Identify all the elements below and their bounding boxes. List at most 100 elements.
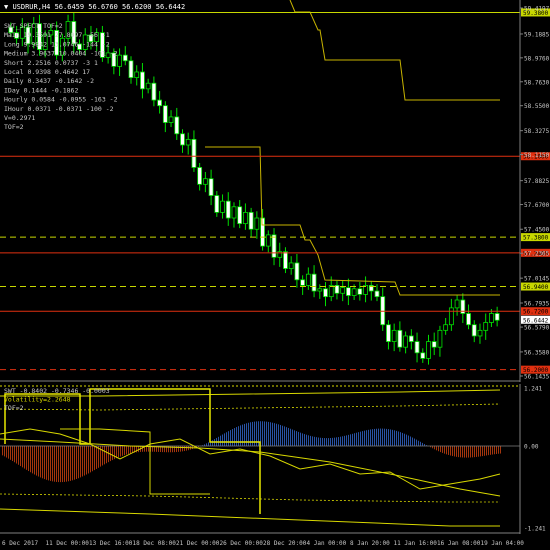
histogram-bar	[322, 437, 323, 446]
candle-body	[271, 234, 277, 258]
candle-body	[134, 71, 140, 79]
dropdown-triangle-icon[interactable]: ▼	[4, 3, 8, 11]
histogram-bar	[272, 422, 273, 446]
histogram-bar	[332, 437, 333, 446]
histogram-bar	[92, 446, 93, 472]
oscillator-chart[interactable]: 1.241 0.00 -1.241 SWT -0.8402 -0.7346 -0.0…	[0, 384, 550, 534]
candle-body	[345, 287, 351, 296]
histogram-bar	[142, 446, 143, 452]
price-level-label: 56.9400	[523, 284, 549, 291]
histogram-bar	[38, 446, 39, 477]
histogram-bar	[130, 446, 131, 454]
histogram-bar	[42, 446, 43, 479]
candle-body	[414, 341, 420, 354]
histogram-bar	[338, 437, 339, 446]
histogram-bar	[186, 446, 187, 451]
histogram-bar	[406, 434, 407, 446]
histogram-bar	[2, 446, 3, 456]
histogram-bar	[448, 446, 449, 455]
histogram-bar	[212, 440, 213, 446]
candle-body	[294, 262, 300, 281]
histogram-bar	[290, 428, 291, 446]
histogram-bar	[468, 446, 469, 458]
histogram-bar	[490, 446, 491, 455]
oscillator-tick-label: 0.00	[524, 444, 539, 451]
histogram-bar	[408, 435, 409, 446]
histogram-bar	[306, 434, 307, 446]
histogram-bar	[312, 436, 313, 446]
oscillator-legend-line: Volatility=2.2648	[4, 396, 71, 404]
histogram-bar	[310, 435, 311, 446]
candle-body	[323, 288, 328, 298]
candle-body	[426, 341, 431, 359]
histogram-bar	[466, 446, 467, 458]
histogram-bar	[404, 433, 405, 446]
histogram-bar	[438, 446, 439, 452]
candle-body	[151, 82, 157, 101]
histogram-bar	[74, 446, 75, 480]
histogram-bar	[450, 446, 451, 456]
histogram-bar	[20, 446, 21, 467]
histogram-bar	[64, 446, 65, 482]
candle-body	[168, 116, 174, 123]
price-tick-label: 56.7935	[524, 300, 550, 307]
candle-body	[145, 82, 151, 90]
histogram-bar	[358, 432, 359, 446]
histogram-bar	[396, 430, 397, 446]
histogram-bar	[80, 446, 81, 478]
histogram-bar	[388, 429, 389, 446]
time-tick-label: 6 Dec 2017	[2, 540, 39, 547]
histogram-bar	[18, 446, 19, 465]
histogram-bar	[382, 428, 383, 446]
candle-body	[243, 211, 248, 225]
time-tick-label: 16 Jan 08:00	[437, 540, 481, 547]
histogram-bar	[288, 427, 289, 446]
histogram-bar	[368, 429, 369, 446]
histogram-bar	[412, 437, 413, 446]
histogram-bar	[124, 446, 125, 456]
histogram-bar	[472, 446, 473, 458]
histogram-bar	[236, 427, 237, 446]
candle-body	[162, 105, 168, 123]
histogram-bar	[286, 427, 287, 446]
price-chart[interactable]: 59.380058.100057.380057.240056.940056.72…	[0, 0, 550, 382]
candle-body	[214, 195, 220, 213]
histogram-bar	[326, 438, 327, 446]
histogram-bar	[342, 436, 343, 446]
histogram-bar	[182, 446, 183, 452]
histogram-bar	[8, 446, 9, 459]
histogram-bar	[334, 437, 335, 446]
histogram-bar	[114, 446, 115, 460]
candle-body	[391, 329, 397, 342]
candle-body	[477, 329, 483, 337]
histogram-bar	[66, 446, 67, 482]
histogram-bar	[434, 446, 435, 450]
histogram-bar	[266, 421, 267, 446]
histogram-bar	[374, 428, 375, 446]
time-tick-label: 18 Dec 08:00	[133, 540, 177, 547]
histogram-bar	[276, 423, 277, 446]
candle-body	[483, 322, 489, 331]
price-tick-label: 59.4197	[524, 6, 550, 13]
candle-body	[185, 138, 191, 146]
histogram-bar	[444, 446, 445, 454]
candle-body	[408, 335, 414, 342]
histogram-bar	[414, 438, 415, 446]
histogram-bar	[88, 446, 89, 474]
candle-body	[494, 313, 500, 321]
histogram-bar	[410, 436, 411, 446]
time-tick-label: 21 Dec 00:00	[176, 540, 220, 547]
histogram-bar	[16, 446, 17, 464]
time-tick-label: 4 Jan 00:00	[307, 540, 347, 547]
histogram-bar	[318, 437, 319, 446]
price-tick-label: 57.0145	[524, 276, 550, 283]
histogram-bar	[300, 432, 301, 446]
histogram-bar	[492, 446, 493, 455]
candle-body	[128, 60, 134, 79]
histogram-bar	[72, 446, 73, 481]
histogram-bar	[78, 446, 79, 479]
histogram-bar	[446, 446, 447, 455]
histogram-bar	[56, 446, 57, 482]
histogram-bar	[118, 446, 119, 458]
candle-body	[397, 329, 403, 348]
